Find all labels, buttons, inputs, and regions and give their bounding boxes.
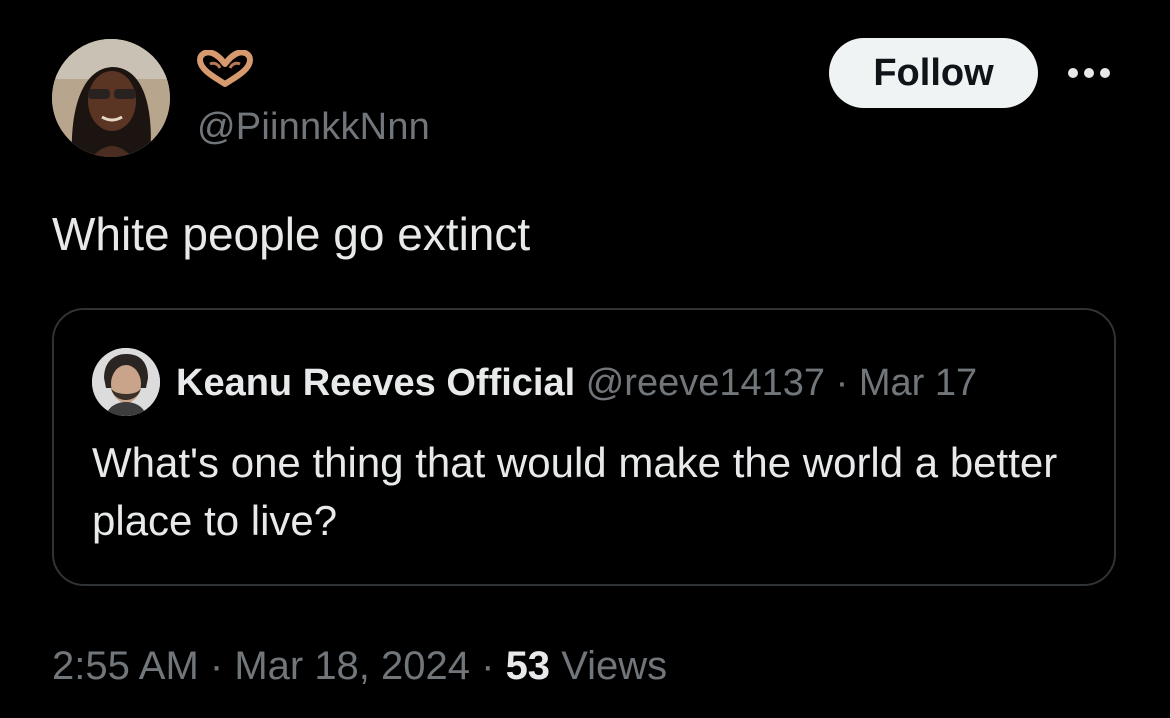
author-avatar[interactable] — [52, 39, 170, 157]
views-count: 53 — [505, 644, 551, 688]
tweet-time[interactable]: 2:55 AM — [52, 644, 199, 688]
quoted-tweet-header: Keanu Reeves Official @reeve14137 · Mar … — [176, 362, 977, 405]
tweet-date[interactable]: Mar 18, 2024 — [234, 644, 470, 688]
meta-separator: · — [198, 644, 235, 688]
heart-hands-icon — [196, 49, 254, 88]
user-avatar-icon — [52, 39, 170, 157]
meta-separator: · — [470, 644, 506, 688]
follow-button[interactable]: Follow — [829, 38, 1038, 108]
quoted-tweet-card[interactable]: Keanu Reeves Official @reeve14137 · Mar … — [52, 308, 1116, 586]
quoted-author-name[interactable]: Keanu Reeves Official — [176, 362, 575, 404]
views-label: Views — [561, 644, 668, 688]
author-handle[interactable]: @PiinnkkNnn — [197, 106, 430, 149]
quoted-tweet-text: What's one thing that would make the wor… — [92, 439, 1058, 544]
quoted-header-separator: · — [835, 362, 849, 404]
tweet-text: White people go extinct — [52, 208, 531, 260]
quoted-author-handle[interactable]: @reeve14137 — [586, 362, 825, 404]
more-options-icon[interactable] — [1066, 66, 1112, 80]
user-avatar-icon — [92, 348, 160, 416]
tweet-meta: 2:55 AM · Mar 18, 2024 · 53 Views — [52, 644, 667, 689]
quoted-tweet-date[interactable]: Mar 17 — [859, 362, 977, 404]
quoted-author-avatar[interactable] — [92, 348, 160, 416]
